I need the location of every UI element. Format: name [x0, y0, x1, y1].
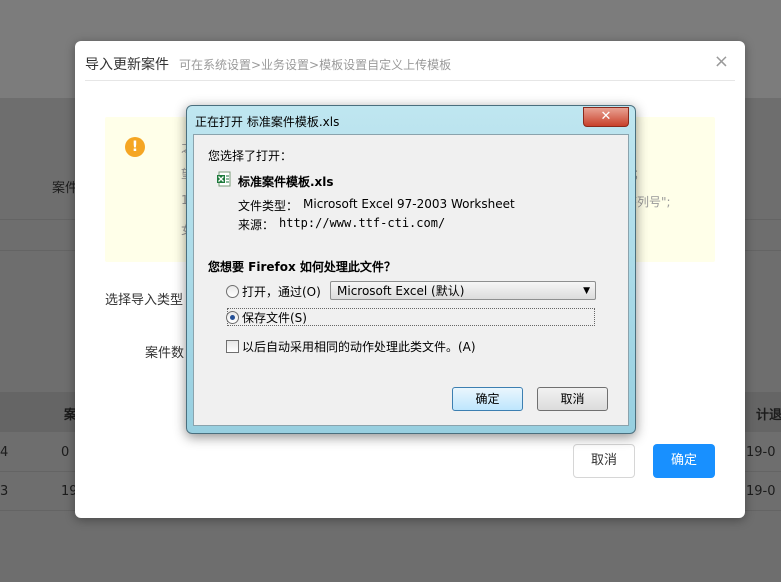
confirm-button[interactable]: 确定	[653, 444, 715, 478]
background-table-header-cell: 计退	[756, 408, 781, 423]
modal-subtitle: 可在系统设置>业务设置>模板设置自定义上传模板	[179, 58, 452, 72]
background-table-cell: 3	[0, 484, 9, 499]
background-table-cell: 19-0	[746, 484, 776, 499]
open-with-radio[interactable]	[226, 285, 239, 298]
warning-icon: !	[125, 137, 145, 157]
open-with-app-value: Microsoft Excel (默认)	[337, 284, 465, 298]
auto-action-checkbox[interactable]	[226, 340, 239, 353]
question-label: 您想要 Firefox 如何处理此文件？	[208, 260, 396, 274]
dialog-close-icon[interactable]: ✕	[583, 107, 629, 127]
import-type-label: 选择导入类型	[105, 293, 184, 308]
source-label: 来源：	[238, 218, 275, 232]
dialog-cancel-button[interactable]: 取消	[537, 387, 608, 411]
radio-selected-dot	[230, 315, 235, 320]
save-file-radio[interactable]	[226, 311, 239, 324]
chosen-label: 您选择了打开：	[208, 149, 293, 163]
file-name: 标准案件模板.xls	[238, 175, 334, 189]
modal-title: 导入更新案件	[85, 57, 169, 73]
excel-file-icon	[217, 171, 231, 187]
background-table-cell: 19-0	[746, 445, 776, 460]
dialog-body: 您选择了打开： 标准案件模板.xls 文件类型： Microsoft Excel…	[193, 134, 629, 426]
auto-action-label[interactable]: 以后自动采用相同的动作处理此类文件。(A)	[242, 338, 476, 355]
dialog-ok-button[interactable]: 确定	[452, 387, 523, 411]
background-table-cell: 0	[61, 445, 70, 460]
case-data-label: 案件数	[145, 346, 185, 361]
dialog-title: 正在打开 标准案件模板.xls	[195, 115, 340, 129]
save-file-label[interactable]: 保存文件(S)	[242, 309, 307, 326]
open-with-label[interactable]: 打开，通过(O)	[242, 283, 321, 300]
cancel-button[interactable]: 取消	[573, 444, 635, 478]
file-type-label: 文件类型：	[238, 199, 299, 213]
file-type-value: Microsoft Excel 97-2003 Worksheet	[303, 197, 515, 211]
open-with-app-select[interactable]: Microsoft Excel (默认) ▼	[330, 281, 596, 300]
chevron-down-icon: ▼	[583, 286, 590, 296]
modal-divider	[85, 80, 735, 81]
close-icon[interactable]: ×	[714, 51, 729, 72]
firefox-open-dialog: 正在打开 标准案件模板.xls ✕ 您选择了打开： 标准案件模板.xls 文件类…	[186, 105, 636, 434]
background-table-cell: 4	[0, 445, 9, 460]
source-value: http://www.ttf-cti.com/	[279, 216, 446, 230]
